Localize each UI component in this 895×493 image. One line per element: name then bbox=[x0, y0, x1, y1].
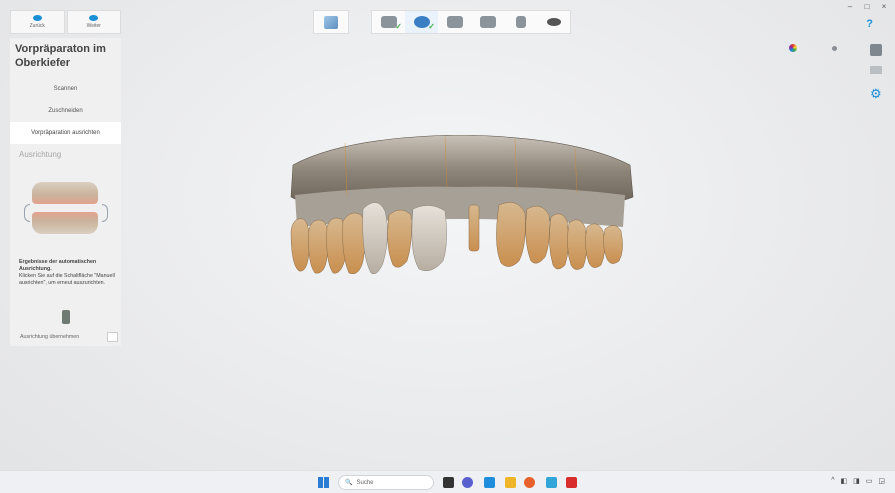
window-controls: – □ × bbox=[845, 2, 889, 11]
alignment-info: Ergebnisse der automatischen Ausrichtung… bbox=[19, 259, 115, 287]
back-icon bbox=[32, 15, 42, 21]
bite-scan-button[interactable] bbox=[471, 11, 504, 33]
canine-left bbox=[362, 202, 388, 275]
lateral-left bbox=[387, 209, 412, 268]
minimize-button[interactable]: – bbox=[845, 2, 855, 11]
file-explorer-icon[interactable] bbox=[505, 477, 516, 488]
point-icon[interactable] bbox=[832, 46, 837, 51]
notification-icon[interactable]: ◲ bbox=[878, 477, 885, 485]
workflow-panel: Zurück Weiter Vorpräparaton im Oberkiefe… bbox=[10, 10, 121, 346]
prep-arch-thumbnail bbox=[32, 212, 98, 234]
view-cube-icon bbox=[324, 15, 338, 29]
nav-row: Zurück Weiter bbox=[10, 10, 121, 34]
taskbar-search[interactable]: 🔍 Suche bbox=[338, 475, 434, 490]
back-label: Zurück bbox=[29, 23, 45, 29]
forward-icon bbox=[89, 15, 99, 21]
search-placeholder: Suche bbox=[356, 479, 374, 486]
settings-gear-icon[interactable]: ⚙ bbox=[870, 87, 882, 100]
firefox-icon[interactable] bbox=[524, 477, 535, 488]
bite-scan-icon bbox=[479, 16, 496, 28]
tooth-icon bbox=[515, 16, 526, 28]
incisor-right bbox=[496, 202, 526, 267]
visibility-button[interactable] bbox=[537, 11, 570, 33]
taskbar: 🔍 Suche ^ ◧ ◨ ▭ ◲ bbox=[0, 470, 895, 493]
volume-icon[interactable]: ◨ bbox=[853, 477, 860, 485]
step-scannen[interactable]: Scannen bbox=[10, 78, 121, 100]
forward-button[interactable]: Weiter bbox=[66, 10, 121, 34]
prep-scan-icon bbox=[413, 16, 430, 28]
task-view-icon[interactable] bbox=[443, 477, 454, 488]
measure-tool-icon[interactable] bbox=[870, 44, 882, 56]
panel-title: Vorpräparaton im Oberkiefer bbox=[15, 43, 106, 69]
confirm-checkbox[interactable] bbox=[107, 332, 118, 342]
section-label: Ausrichtung bbox=[19, 150, 62, 159]
prep-scan-button[interactable]: ✓ bbox=[405, 11, 438, 33]
help-icon[interactable]: ? bbox=[866, 18, 873, 30]
eye-icon bbox=[546, 18, 561, 26]
incisor-left bbox=[411, 205, 447, 271]
color-wheel-icon[interactable] bbox=[789, 44, 797, 52]
maximize-button[interactable]: □ bbox=[862, 2, 872, 11]
manual-align-icon[interactable] bbox=[62, 310, 70, 324]
alignment-preview bbox=[24, 182, 108, 242]
upper-jaw-scan-icon bbox=[380, 16, 397, 28]
view-cube-button[interactable] bbox=[313, 10, 349, 34]
bracket-left-icon bbox=[24, 204, 30, 222]
teamviewer-icon[interactable] bbox=[484, 477, 495, 488]
tray-overflow[interactable]: ^ bbox=[831, 477, 834, 485]
dental-3d-model[interactable] bbox=[285, 135, 635, 280]
prepared-stump bbox=[468, 204, 480, 252]
pdf-reader-icon[interactable] bbox=[566, 477, 577, 488]
ruler-icon[interactable] bbox=[870, 66, 882, 74]
info-text: Klicken Sie auf die Schaltfläche "Manuel… bbox=[19, 273, 115, 286]
step-zuschneiden[interactable]: Zuschneiden bbox=[10, 100, 121, 122]
battery-icon[interactable]: ▭ bbox=[866, 477, 873, 485]
upper-jaw-scan-button[interactable]: ✓ bbox=[372, 11, 405, 33]
lower-jaw-scan-icon bbox=[446, 16, 463, 28]
confirm-label: Ausrichtung übernehmen bbox=[20, 334, 80, 340]
tooth-button[interactable] bbox=[504, 11, 537, 33]
network-icon[interactable]: ◧ bbox=[841, 477, 848, 485]
info-title: Ergebnisse der automatischen Ausrichtung… bbox=[19, 259, 97, 272]
lower-jaw-scan-button[interactable] bbox=[438, 11, 471, 33]
scan-toolbar: ✓ ✓ bbox=[371, 10, 571, 34]
check-icon: ✓ bbox=[395, 22, 402, 31]
upper-arch-thumbnail bbox=[32, 182, 98, 204]
lateral-right bbox=[525, 205, 550, 264]
back-button[interactable]: Zurück bbox=[10, 10, 65, 34]
close-button[interactable]: × bbox=[879, 2, 889, 11]
forward-label: Weiter bbox=[86, 23, 101, 29]
system-tray: ^ ◧ ◨ ▭ ◲ bbox=[831, 477, 885, 485]
search-icon: 🔍 bbox=[345, 480, 353, 486]
confirm-row: Ausrichtung übernehmen bbox=[20, 332, 118, 342]
step-vorpraeparation-ausrichten[interactable]: Vorpräparation ausrichten bbox=[10, 122, 121, 144]
scanner-app-icon[interactable] bbox=[546, 477, 557, 488]
chat-icon[interactable] bbox=[462, 477, 473, 488]
windows-start-icon[interactable] bbox=[318, 477, 329, 488]
check-icon: ✓ bbox=[428, 22, 435, 31]
